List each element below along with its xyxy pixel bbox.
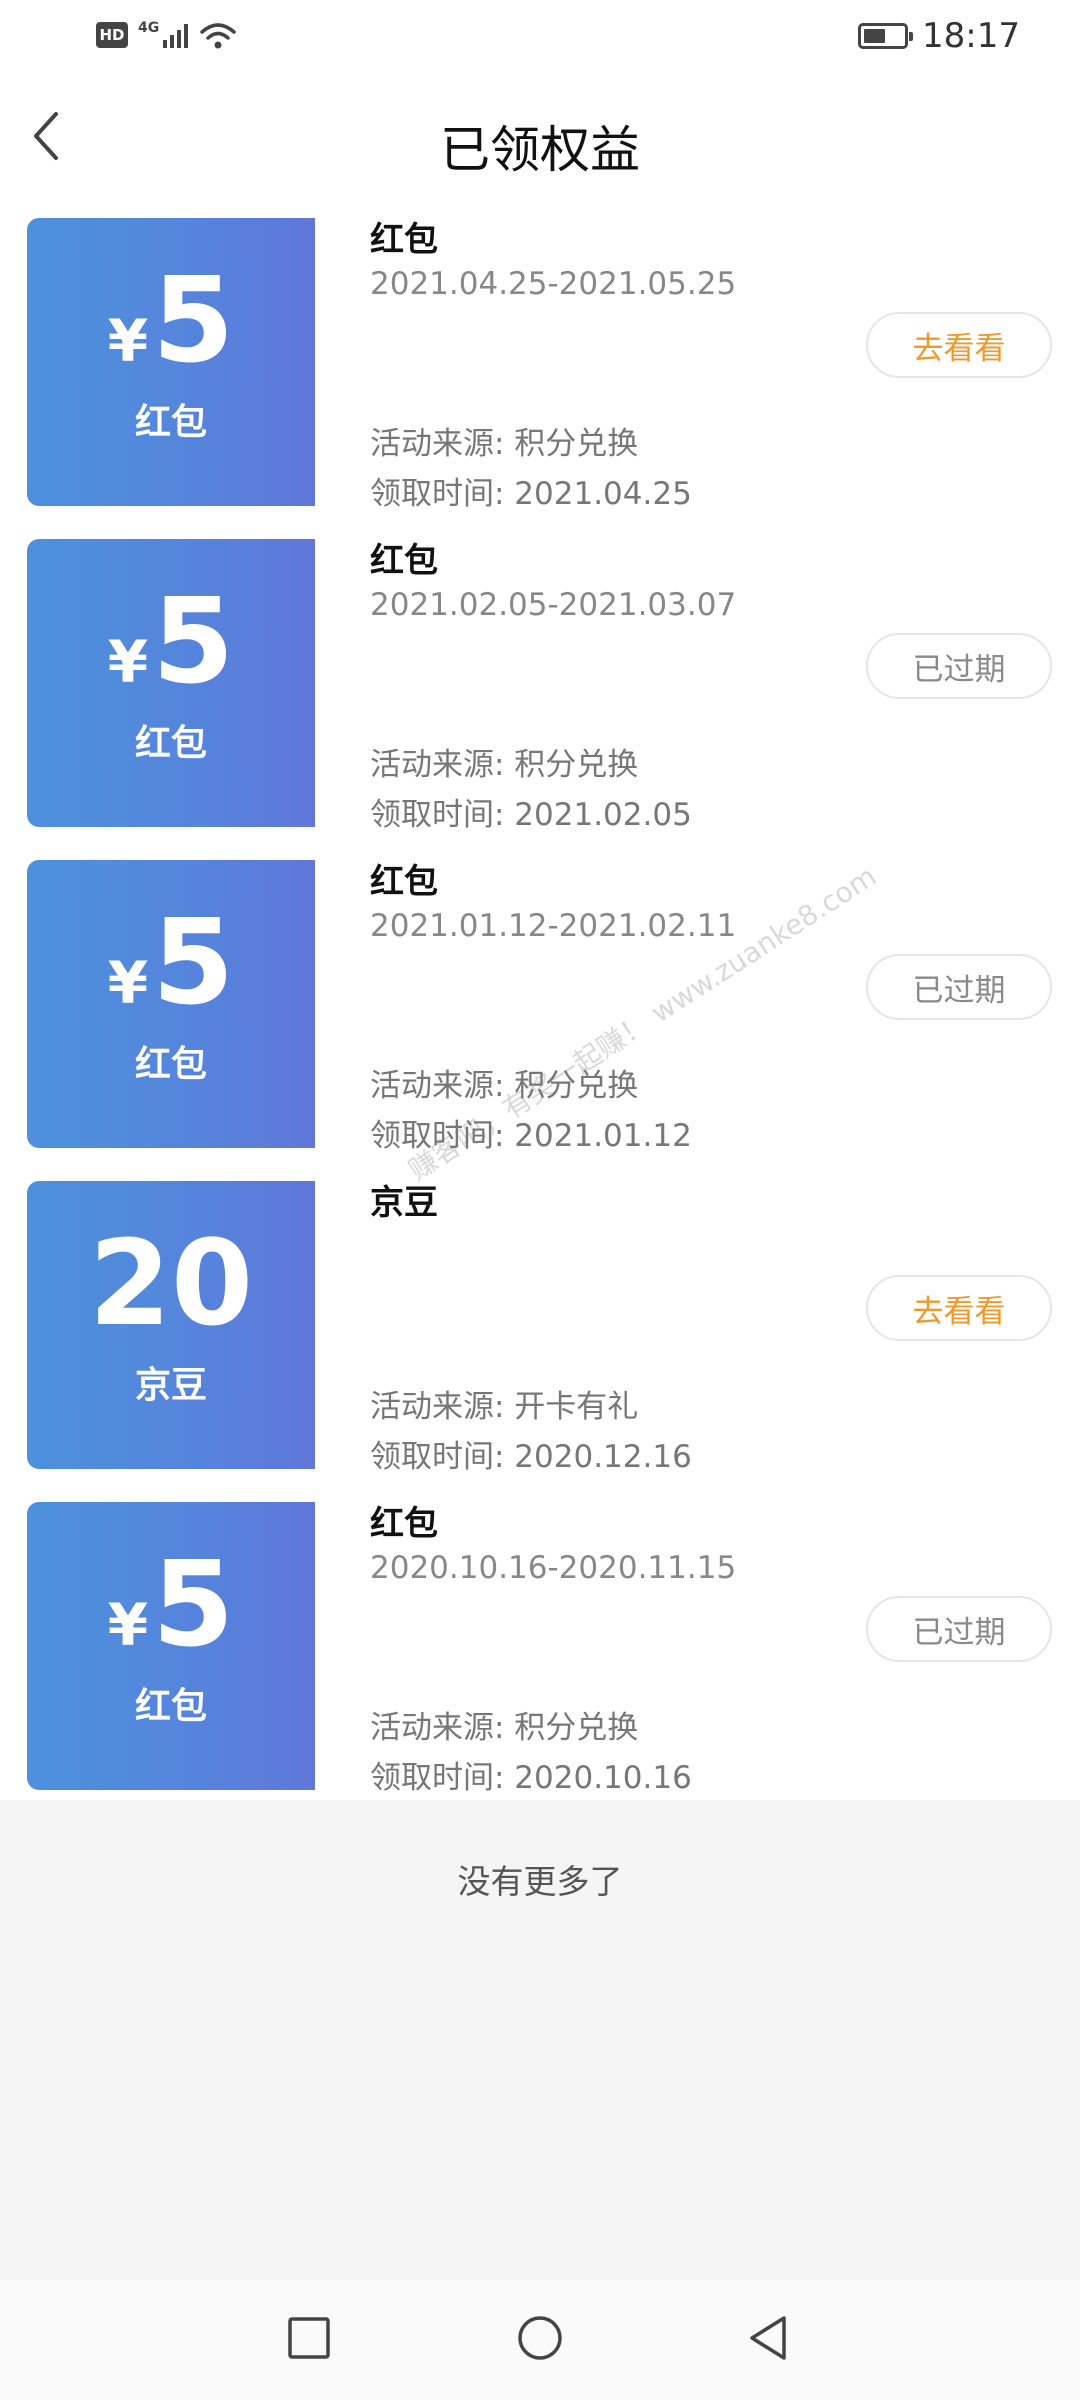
- clock: 18:17: [922, 16, 1020, 56]
- received-time: 领取时间: 2021.02.05: [370, 797, 692, 833]
- coupon-type: 京豆: [134, 1365, 207, 1406]
- activity-source: 活动来源: 积分兑换: [370, 1710, 639, 1746]
- coupon-amount: ¥ 5: [27, 902, 315, 1022]
- coupon-badge: ¥ 5 红包: [27, 1502, 315, 1790]
- coupon-type: 红包: [134, 402, 207, 443]
- home-icon[interactable]: [515, 2313, 565, 2363]
- benefit-card: ¥ 5 红包 红包 2021.02.05-2021.03.07 活动来源: 积分…: [0, 521, 1080, 842]
- coupon-badge: 20 京豆: [27, 1181, 315, 1469]
- validity-period: 2020.10.16-2020.11.15: [370, 1550, 737, 1586]
- validity-period: 2021.04.25-2021.05.25: [370, 266, 737, 302]
- received-time: 领取时间: 2020.10.16: [370, 1760, 692, 1796]
- benefit-card: 20 京豆 京豆 活动来源: 开卡有礼 领取时间: 2020.12.16 去看看: [0, 1163, 1080, 1484]
- activity-source: 活动来源: 开卡有礼: [370, 1389, 639, 1425]
- coupon-amount: 20: [27, 1223, 315, 1343]
- view-button[interactable]: 去看看: [866, 312, 1052, 378]
- amount-value: 5: [152, 251, 235, 389]
- coupon-amount: ¥ 5: [27, 581, 315, 701]
- no-more-label: 没有更多了: [457, 1862, 623, 1901]
- activity-source: 活动来源: 积分兑换: [370, 747, 639, 783]
- benefit-card: ¥ 5 红包 红包 2021.01.12-2021.02.11 活动来源: 积分…: [0, 842, 1080, 1163]
- wifi-icon: [200, 23, 236, 49]
- network-type-label: 4G: [138, 20, 160, 36]
- activity-source: 活动来源: 积分兑换: [370, 426, 639, 462]
- coupon-badge: ¥ 5 红包: [27, 218, 315, 506]
- benefit-card: ¥ 5 红包 红包 2021.04.25-2021.05.25 活动来源: 积分…: [0, 200, 1080, 521]
- header: 已领权益: [0, 78, 1080, 200]
- expired-button[interactable]: 已过期: [866, 1596, 1052, 1662]
- coupon-amount: ¥ 5: [27, 260, 315, 380]
- received-time: 领取时间: 2020.12.16: [370, 1439, 692, 1475]
- validity-period: 2021.02.05-2021.03.07: [370, 587, 737, 623]
- coupon-type: 红包: [134, 723, 207, 764]
- benefit-card: ¥ 5 红包 红包 2020.10.16-2020.11.15 活动来源: 积分…: [0, 1484, 1080, 1805]
- benefit-title: 红包: [370, 1504, 438, 1544]
- coupon-type: 红包: [134, 1044, 207, 1085]
- currency-symbol: ¥: [107, 949, 149, 1017]
- nav-back-icon[interactable]: [744, 2313, 794, 2363]
- recent-apps-icon[interactable]: [284, 2313, 334, 2363]
- benefit-title: 红包: [370, 541, 438, 581]
- currency-symbol: ¥: [107, 307, 149, 375]
- battery-icon: [858, 23, 914, 49]
- page-title: 已领权益: [440, 121, 640, 179]
- coupon-badge: ¥ 5 红包: [27, 539, 315, 827]
- amount-value: 5: [152, 572, 235, 710]
- expired-button[interactable]: 已过期: [866, 954, 1052, 1020]
- received-time: 领取时间: 2021.04.25: [370, 476, 692, 512]
- signal-icon: [163, 22, 189, 48]
- status-bar: HD 4G 18:17: [0, 0, 1080, 78]
- currency-symbol: ¥: [107, 1591, 149, 1659]
- benefit-title: 红包: [370, 862, 438, 902]
- amount-value: 20: [88, 1214, 254, 1352]
- coupon-amount: ¥ 5: [27, 1544, 315, 1664]
- validity-period: 2021.01.12-2021.02.11: [370, 908, 737, 944]
- status-right: 18:17: [858, 16, 1020, 56]
- benefit-list: ¥ 5 红包 红包 2021.04.25-2021.05.25 活动来源: 积分…: [0, 200, 1080, 1800]
- currency-symbol: ¥: [107, 628, 149, 696]
- expired-button[interactable]: 已过期: [866, 633, 1052, 699]
- status-left: HD 4G: [96, 20, 238, 50]
- system-nav-bar: [0, 2280, 1080, 2400]
- battery-fill: [864, 29, 886, 43]
- view-button[interactable]: 去看看: [866, 1275, 1052, 1341]
- hd-icon: HD: [96, 22, 128, 48]
- amount-value: 5: [152, 1535, 235, 1673]
- coupon-badge: ¥ 5 红包: [27, 860, 315, 1148]
- coupon-type: 红包: [134, 1686, 207, 1727]
- amount-value: 5: [152, 893, 235, 1031]
- benefit-title: 红包: [370, 220, 438, 260]
